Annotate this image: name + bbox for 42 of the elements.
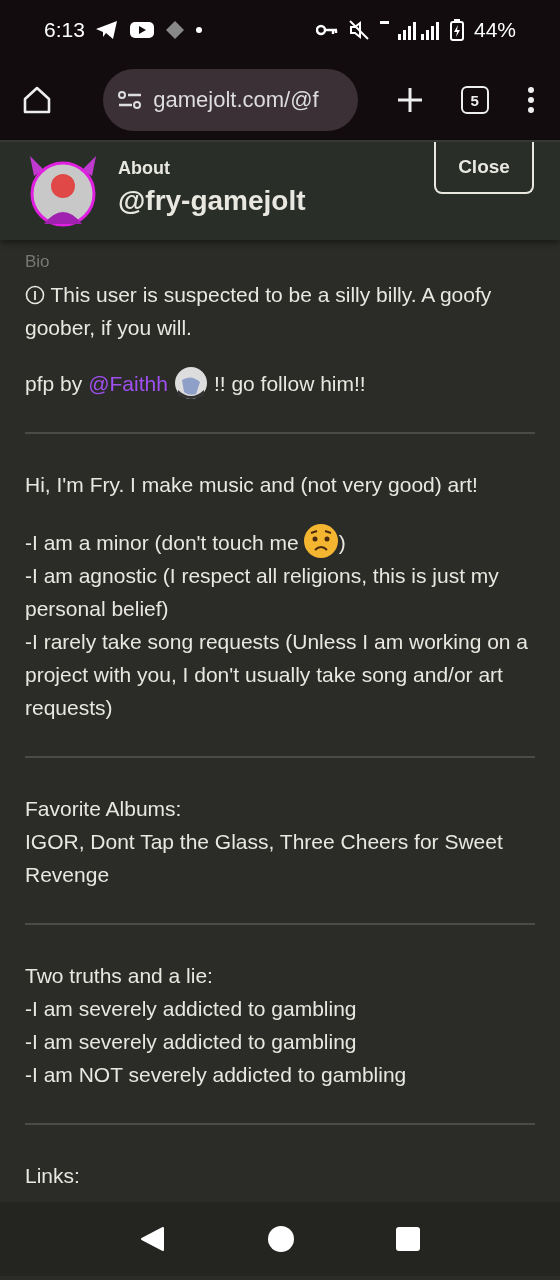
- bio-text: IGOR, Dont Tap the Glass, Three Cheers for Sweet Revenge: [25, 830, 503, 886]
- about-label: About: [118, 158, 171, 179]
- credit-text: pfp by: [25, 370, 83, 397]
- bio-text: Two truths and a lie:: [25, 964, 213, 987]
- bio-label: Bio: [25, 252, 51, 272]
- bio-text: -I am severely addicted to gambling: [25, 997, 357, 1020]
- bio-text: -I am severely addicted to gambling: [25, 1030, 357, 1053]
- bio-text: Hi, I'm Fry. I make music and (not very good) art!: [25, 473, 478, 496]
- tab-count-button[interactable]: 5: [460, 86, 489, 114]
- username: @fry-gamejolt: [118, 185, 307, 217]
- address-bar[interactable]: gamejolt.com/@f: [103, 69, 359, 131]
- battery-icon: [449, 19, 464, 41]
- new-tab-icon[interactable]: [395, 86, 424, 114]
- key-icon: [315, 23, 338, 37]
- bio-text: ): [338, 531, 346, 554]
- close-button[interactable]: Close: [434, 142, 534, 194]
- back-icon[interactable]: [139, 1225, 167, 1253]
- diamond-icon: [164, 20, 185, 40]
- signal-icon: [379, 19, 440, 41]
- video-play-icon: [128, 20, 155, 40]
- battery-level: 44%: [473, 18, 516, 42]
- bio-text: -I am agnostic (I respect all religions, this is just my personal belief): [25, 564, 499, 620]
- recents-icon[interactable]: [395, 1226, 421, 1252]
- dot-icon: [194, 26, 203, 34]
- paper-plane-icon: [94, 20, 119, 40]
- bio-text: Links:: [25, 1164, 80, 1187]
- worried-face-icon: [302, 523, 339, 559]
- bio-text: -I rarely take song requests (Unless I am working on a project with you, I don't usually take song and/or art requests): [25, 630, 529, 719]
- info-icon: [25, 285, 45, 305]
- home-icon[interactable]: [22, 85, 52, 115]
- bio-text: Favorite Albums:: [25, 797, 182, 820]
- home-button-icon[interactable]: [267, 1225, 295, 1253]
- menu-icon[interactable]: [526, 86, 536, 114]
- status-time: 6:13: [44, 18, 85, 42]
- notice-text: This user is suspected to be a silly billy. A goofy goober, if you will.: [25, 282, 493, 341]
- bio-text: -I am NOT severely addicted to gambling: [25, 1063, 407, 1086]
- credit-text: !! go follow him!!: [213, 370, 366, 397]
- muted-icon: [347, 19, 370, 41]
- bio-text: -I am a minor (don't touch me: [25, 531, 299, 554]
- user-avatar-icon: [173, 366, 208, 400]
- site-settings-icon[interactable]: [117, 89, 144, 111]
- url-text: gamejolt.com/@f: [153, 87, 319, 113]
